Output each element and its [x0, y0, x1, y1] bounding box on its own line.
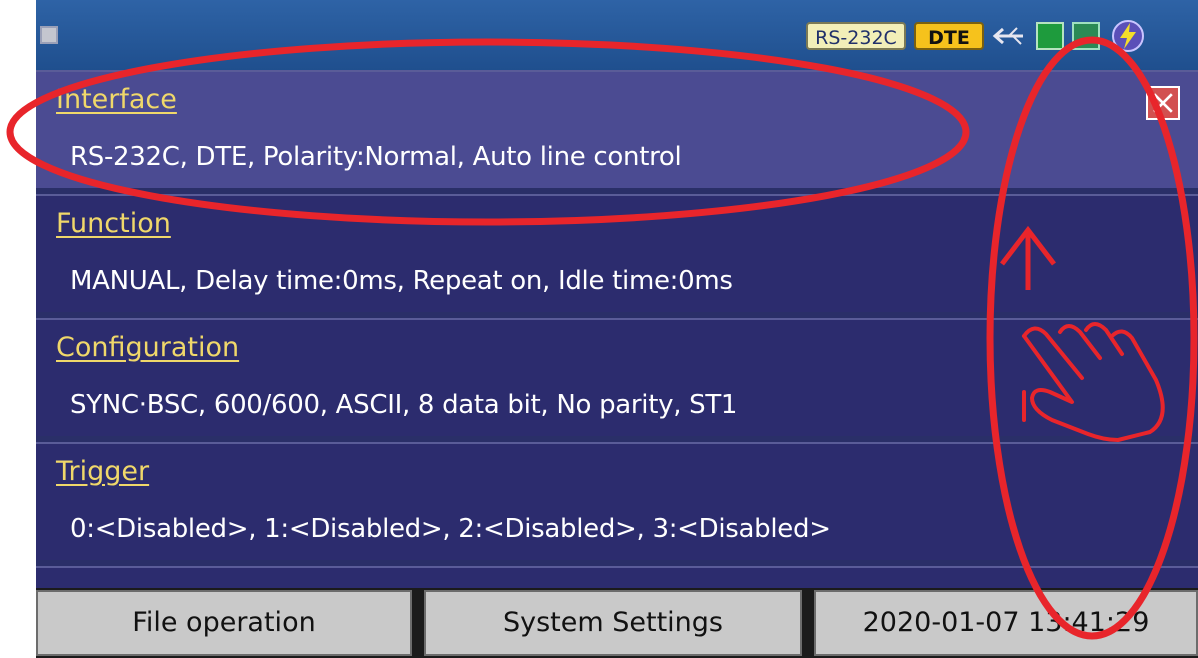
usb-icon	[992, 27, 1023, 45]
bottom-bar: File operation System Settings 2020-01-0…	[36, 588, 1198, 658]
section-title[interactable]: Trigger	[56, 456, 149, 487]
section-partial[interactable]	[36, 566, 1198, 588]
device-screen: RS-232C DTE Interface RS-232C, DTE, Pola…	[36, 0, 1198, 658]
status-green-icon	[1036, 22, 1064, 50]
status-green-icon	[1072, 22, 1100, 50]
section-summary: RS-232C, DTE, Polarity:Normal, Auto line…	[70, 142, 682, 172]
section-summary: SYNC·BSC, 600/600, ASCII, 8 data bit, No…	[70, 390, 738, 420]
mode-badge: DTE	[914, 22, 984, 50]
section-summary: MANUAL, Delay time:0ms, Repeat on, Idle …	[70, 266, 733, 296]
menu-square-icon[interactable]	[40, 26, 58, 44]
settings-list[interactable]: Interface RS-232C, DTE, Polarity:Normal,…	[36, 70, 1198, 588]
system-settings-button[interactable]: System Settings	[424, 590, 802, 656]
section-function[interactable]: Function MANUAL, Delay time:0ms, Repeat …	[36, 194, 1198, 312]
section-trigger[interactable]: Trigger 0:<Disabled>, 1:<Disabled>, 2:<D…	[36, 442, 1198, 560]
close-icon[interactable]	[1146, 86, 1180, 120]
file-operation-button[interactable]: File operation	[36, 590, 412, 656]
clock-display: 2020-01-07 13:41:29	[814, 590, 1198, 656]
port-badge: RS-232C	[806, 22, 906, 50]
section-title[interactable]: Function	[56, 208, 171, 239]
power-icon	[1112, 20, 1144, 52]
section-interface[interactable]: Interface RS-232C, DTE, Polarity:Normal,…	[36, 70, 1198, 188]
section-summary: 0:<Disabled>, 1:<Disabled>, 2:<Disabled>…	[70, 514, 831, 544]
section-configuration[interactable]: Configuration SYNC·BSC, 600/600, ASCII, …	[36, 318, 1198, 436]
status-bar: RS-232C DTE	[36, 0, 1198, 70]
section-title[interactable]: Configuration	[56, 332, 239, 363]
section-title[interactable]: Interface	[56, 84, 177, 115]
